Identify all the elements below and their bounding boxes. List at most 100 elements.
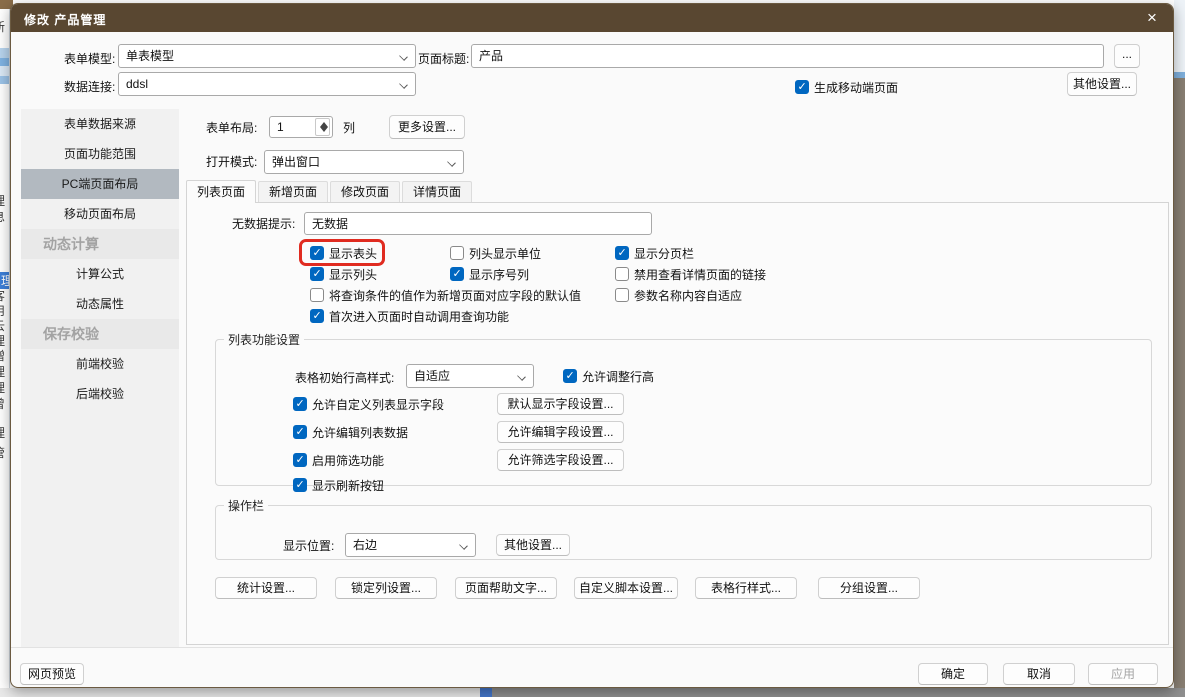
checkbox-icon[interactable] [293, 478, 307, 492]
checkbox-icon[interactable] [293, 397, 307, 411]
open-mode-select[interactable]: 弹出窗口 [264, 150, 464, 174]
position-label: 显示位置: [283, 539, 335, 553]
table-row-style-button[interactable]: 表格行样式... [695, 577, 797, 599]
open-mode-value: 弹出窗口 [272, 155, 321, 169]
row-height-select[interactable]: 自适应 [406, 364, 534, 388]
checkbox-icon[interactable] [310, 309, 324, 323]
checkbox-show-table-header[interactable]: 显示表头 [310, 245, 377, 261]
checkbox-icon[interactable] [293, 425, 307, 439]
chevron-down-icon [399, 52, 408, 61]
checkbox-param-name-autofit[interactable]: 参数名称内容自适应 [615, 287, 742, 303]
bg-stripe [0, 58, 9, 66]
checkbox-icon[interactable] [310, 246, 324, 260]
title-bar: 修改 产品管理 × [11, 4, 1173, 32]
checkbox-icon[interactable] [563, 369, 577, 383]
no-data-input[interactable]: 无数据 [304, 212, 652, 235]
footer-separator [11, 647, 1173, 648]
page-title-input[interactable]: 产品 [471, 44, 1104, 68]
sidebar-item-frontend-validation[interactable]: 前端校验 [21, 349, 179, 379]
sidebar-item-dynamic-attrs[interactable]: 动态属性 [21, 289, 179, 319]
background-window-left-sliver: 新 理 息 理 客 用 云 理 增 理 理 曾 理 管 [0, 0, 10, 697]
form-layout-value: 1 [277, 120, 284, 134]
checkbox-icon[interactable] [310, 288, 324, 302]
sidebar-item-form-data-source[interactable]: 表单数据来源 [21, 109, 179, 139]
web-preview-button[interactable]: 网页预览 [20, 663, 84, 685]
checkbox-show-col-header[interactable]: 显示列头 [310, 266, 377, 282]
sidebar-item-pc-page-layout[interactable]: PC端页面布局 [21, 169, 179, 199]
checkbox-query-as-default[interactable]: 将查询条件的值作为新增页面对应字段的默认值 [310, 287, 581, 303]
other-settings-action-bar-button[interactable]: 其他设置... [496, 534, 570, 556]
bg-statusbar [492, 688, 1185, 697]
apply-button[interactable]: 应用 [1088, 663, 1158, 685]
statistics-settings-button[interactable]: 统计设置... [215, 577, 317, 599]
checkbox-icon[interactable] [615, 288, 629, 302]
cancel-button[interactable]: 取消 [1003, 663, 1075, 685]
checkbox-allow-custom-fields[interactable]: 允许自定义列表显示字段 [293, 396, 444, 412]
page-tabs: 列表页面 新增页面 修改页面 详情页面 [186, 180, 474, 203]
checkbox-icon[interactable] [795, 80, 809, 94]
list-function-settings-legend: 列表功能设置 [228, 333, 301, 347]
sidebar-item-mobile-page-layout[interactable]: 移动页面布局 [21, 199, 179, 229]
page-help-text-button[interactable]: 页面帮助文字... [455, 577, 557, 599]
checkbox-show-pagination[interactable]: 显示分页栏 [615, 245, 694, 261]
sidebar-group-dynamic-calc: 动态计算 [21, 229, 179, 259]
checkbox-allow-adjust-row-height[interactable]: 允许调整行高 [563, 368, 654, 384]
sidebar-group-save-validation: 保存校验 [21, 319, 179, 349]
tab-list-page[interactable]: 列表页面 [186, 180, 257, 203]
background-window-right-sliver [1174, 0, 1185, 697]
stepper-arrows[interactable] [315, 118, 330, 136]
other-settings-top-button[interactable]: 其他设置... [1067, 72, 1137, 96]
more-settings-button[interactable]: 更多设置... [389, 115, 465, 139]
filter-fields-settings-button[interactable]: 允许筛选字段设置... [497, 449, 624, 471]
form-layout-stepper[interactable]: 1 [269, 116, 333, 138]
gen-mobile-label: 生成移动端页面 [814, 80, 899, 95]
checkbox-label: 允许编辑列表数据 [312, 425, 409, 440]
sidebar-item-backend-validation[interactable]: 后端校验 [21, 379, 179, 409]
checkbox-disable-detail-link[interactable]: 禁用查看详情页面的链接 [615, 266, 766, 282]
checkbox-show-refresh[interactable]: 显示刷新按钮 [293, 477, 384, 493]
group-settings-button[interactable]: 分组设置... [818, 577, 920, 599]
position-select[interactable]: 右边 [345, 533, 476, 557]
ok-button[interactable]: 确定 [918, 663, 988, 685]
checkbox-icon[interactable] [615, 246, 629, 260]
spinner-down-icon[interactable] [319, 127, 328, 132]
edit-fields-settings-button[interactable]: 允许编辑字段设置... [497, 421, 624, 443]
sidebar-item-calc-formula[interactable]: 计算公式 [21, 259, 179, 289]
form-layout-label: 表单布局: [206, 121, 258, 135]
locked-column-settings-button[interactable]: 锁定列设置... [335, 577, 437, 599]
checkbox-label: 参数名称内容自适应 [634, 288, 743, 303]
row-height-value: 自适应 [414, 369, 451, 383]
chevron-down-icon [459, 541, 468, 550]
tab-add-page[interactable]: 新增页面 [258, 181, 329, 202]
checkbox-icon[interactable] [293, 453, 307, 467]
data-connection-select[interactable]: ddsl [118, 72, 416, 96]
checkbox-icon[interactable] [450, 246, 464, 260]
no-data-value: 无数据 [312, 217, 349, 231]
checkbox-enable-filter[interactable]: 启用筛选功能 [293, 452, 384, 468]
checkbox-allow-edit-data[interactable]: 允许编辑列表数据 [293, 424, 408, 440]
bg-char: 理 [0, 192, 9, 209]
page-title-label: 页面标题: [418, 52, 470, 66]
checkbox-label: 显示分页栏 [634, 246, 695, 261]
tab-edit-page[interactable]: 修改页面 [330, 181, 401, 202]
position-value: 右边 [353, 538, 378, 552]
chevron-down-icon [399, 80, 408, 89]
checkbox-icon[interactable] [310, 267, 324, 281]
custom-script-settings-button[interactable]: 自定义脚本设置... [574, 577, 678, 599]
checkbox-show-seq-col[interactable]: 显示序号列 [450, 266, 529, 282]
default-fields-settings-button[interactable]: 默认显示字段设置... [497, 393, 624, 415]
checkbox-col-header-unit[interactable]: 列头显示单位 [450, 245, 541, 261]
sidebar: 表单数据来源 页面功能范围 PC端页面布局 移动页面布局 动态计算 计算公式 动… [21, 109, 179, 647]
action-bar-group: 操作栏 显示位置: 右边 其他设置... [215, 497, 1152, 560]
checkbox-label: 允许自定义列表显示字段 [312, 397, 445, 412]
form-model-select[interactable]: 单表模型 [118, 44, 416, 68]
page-title-more-button[interactable]: ... [1114, 44, 1140, 68]
bg-char: 管 [0, 444, 9, 461]
sidebar-item-page-function-scope[interactable]: 页面功能范围 [21, 139, 179, 169]
gen-mobile-checkbox[interactable]: 生成移动端页面 [795, 79, 898, 95]
checkbox-auto-query-on-enter[interactable]: 首次进入页面时自动调用查询功能 [310, 308, 509, 324]
checkbox-icon[interactable] [450, 267, 464, 281]
checkbox-icon[interactable] [615, 267, 629, 281]
close-icon[interactable]: × [1139, 6, 1165, 30]
tab-detail-page[interactable]: 详情页面 [402, 181, 473, 202]
